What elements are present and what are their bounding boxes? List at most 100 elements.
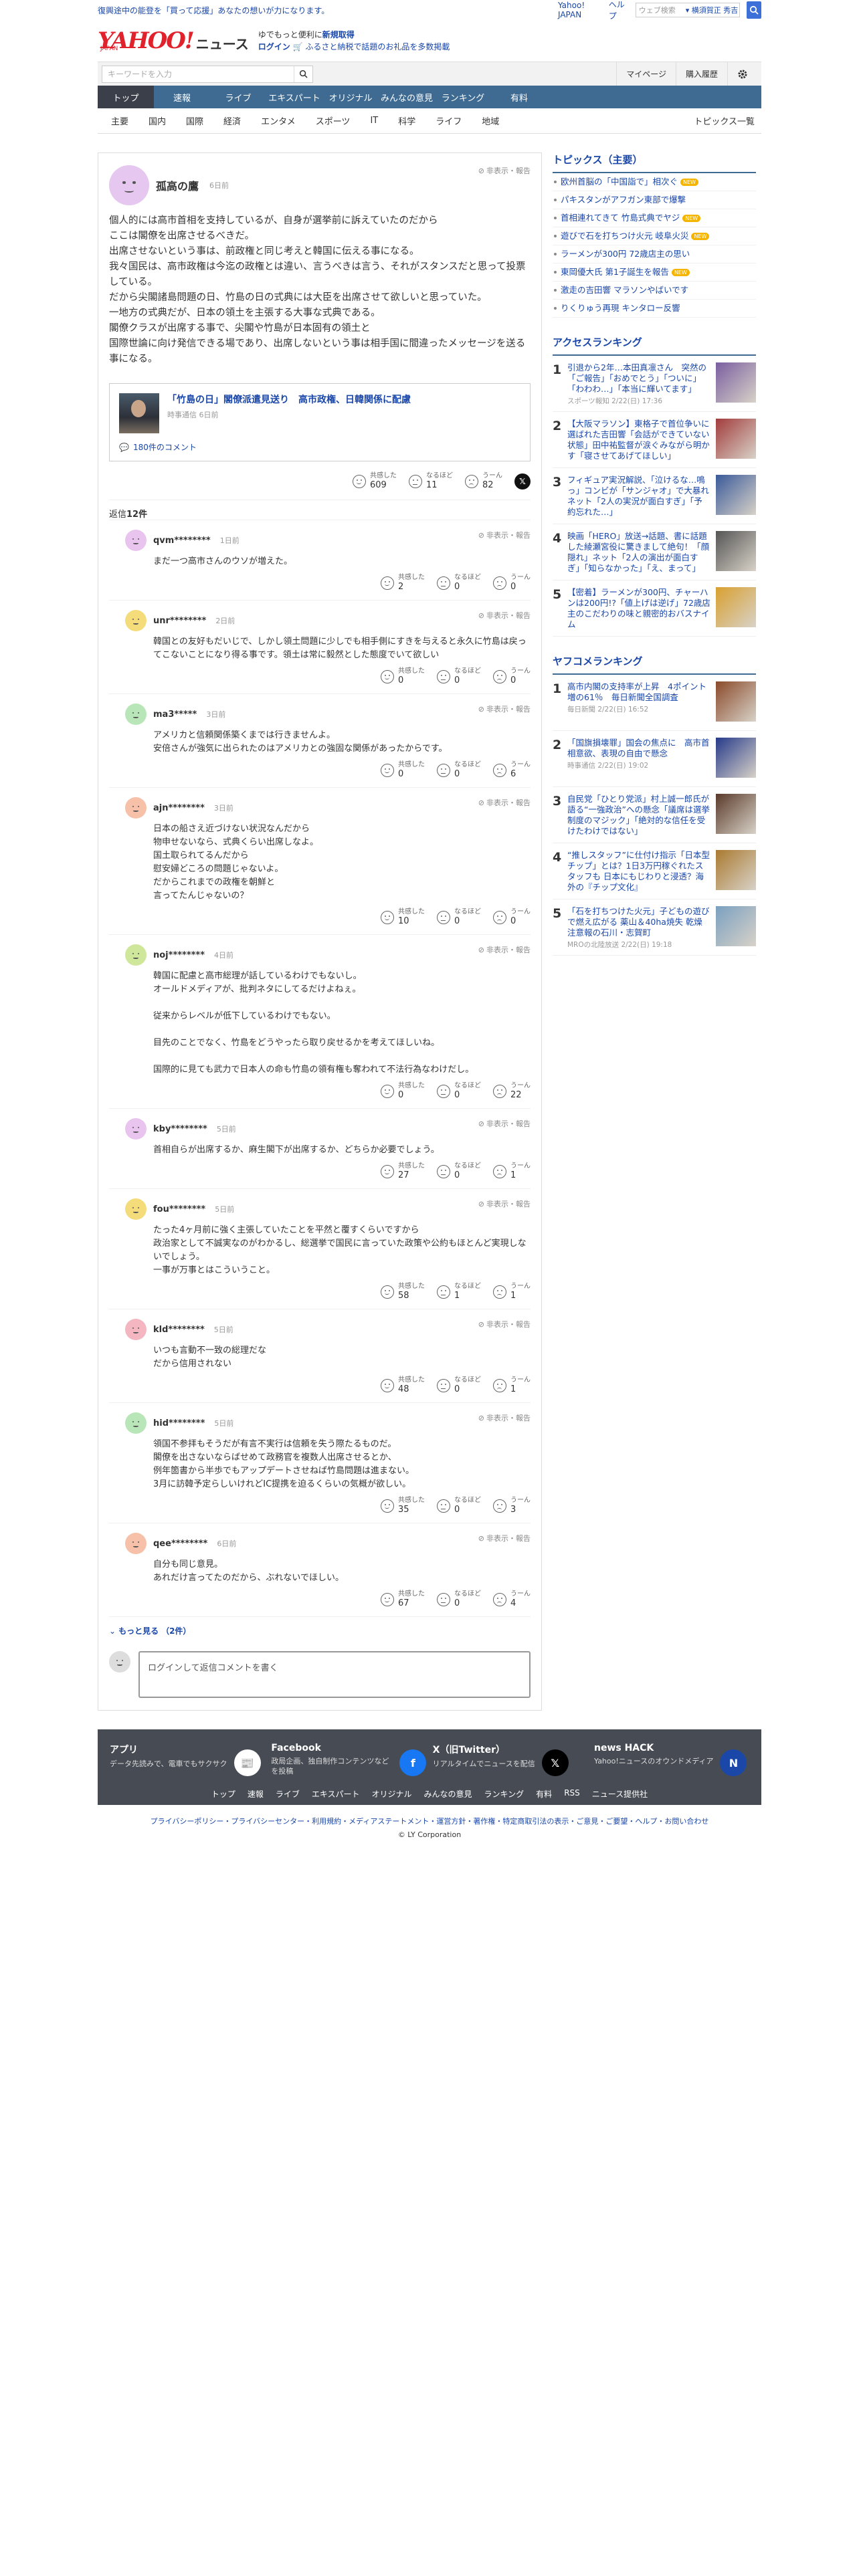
- purchase-history-link[interactable]: 購入履歴: [675, 62, 727, 86]
- article-card[interactable]: 「竹島の日」閣僚派遣見送り 高市政権、日韓関係に配慮 時事通信 6日前 💬 180…: [109, 383, 531, 461]
- agree-button[interactable]: 共感した 48: [381, 1376, 425, 1394]
- footer-policy-links[interactable]: プライバシーポリシー・プライバシーセンター・利用規約・メディアステートメント・運…: [98, 1816, 761, 1826]
- hide-report-button[interactable]: ⊘ 非表示・報告: [478, 1533, 531, 1543]
- ranking-title[interactable]: 自民党「ひとり党派」村上誠一郎氏が語る“一強政治”への懸念「議席は選挙制度のマジ…: [567, 794, 710, 836]
- naruhodo-button[interactable]: なるほど 0: [437, 1162, 481, 1180]
- agree-button[interactable]: 共感した 2: [381, 574, 425, 592]
- agree-button[interactable]: 共感した 27: [381, 1162, 425, 1180]
- nav-tab[interactable]: みんなの意見: [379, 86, 435, 108]
- topic-item[interactable]: 激走の吉田響 マラソンやばいです: [553, 282, 756, 300]
- keyword-search-input[interactable]: キーワードを入力: [102, 65, 313, 83]
- nav-tab[interactable]: ライブ: [210, 86, 266, 108]
- footer-app-1[interactable]: Facebook 政局企画、独自制作コンテンツなどを投稿 f: [271, 1743, 427, 1776]
- ranking-item[interactable]: 5 「石を打ちつけた火元」子どもの遊びで燃え広がる 薬山＆40ha焼失 乾燥注意報…: [553, 899, 756, 956]
- ranking-item[interactable]: 1 高市内閣の支持率が上昇 4ポイント増の61％ 毎日新聞全国調査 毎日新聞 2/2…: [553, 675, 756, 731]
- agree-button[interactable]: 共感した 10: [381, 908, 425, 926]
- web-search-input[interactable]: ウェブ検索 ▾ 横須賀正 秀吉: [635, 3, 741, 17]
- topic-item[interactable]: 首相連れてきて 竹島式典でヤジ NEW: [553, 209, 756, 227]
- hmm-button[interactable]: うーん 4: [493, 1590, 531, 1608]
- naruhodo-button[interactable]: なるほど 0: [437, 1590, 481, 1608]
- footer-link[interactable]: 有料: [536, 1788, 552, 1800]
- search-suggestion-chip[interactable]: ▾ 横須賀正 秀吉: [686, 5, 740, 15]
- agree-button[interactable]: 共感した 0: [381, 761, 425, 779]
- mypage-link[interactable]: マイページ: [616, 62, 676, 86]
- naruhodo-button[interactable]: なるほど 0: [437, 1082, 481, 1100]
- hide-report-button[interactable]: ⊘ 非表示・報告: [478, 704, 531, 714]
- subnav-item[interactable]: スポーツ: [306, 114, 361, 127]
- footer-link[interactable]: 速報: [248, 1788, 264, 1800]
- subnav-item[interactable]: 経済: [213, 114, 251, 127]
- hmm-button[interactable]: うーん 82: [465, 472, 502, 490]
- agree-button[interactable]: 共感した 0: [381, 667, 425, 685]
- yahoo-news-logo[interactable]: YAHOO! JAPAN ニュース: [98, 29, 249, 52]
- footer-link[interactable]: ニュース提供社: [592, 1788, 648, 1800]
- naruhodo-button[interactable]: なるほど 0: [437, 761, 481, 779]
- agree-button[interactable]: 共感した 67: [381, 1590, 425, 1608]
- hmm-button[interactable]: うーん 6: [493, 761, 531, 779]
- footer-link[interactable]: エキスパート: [312, 1788, 360, 1800]
- keyword-search-button[interactable]: [294, 66, 312, 82]
- nav-tab[interactable]: エキスパート: [266, 86, 322, 108]
- reply-username[interactable]: kby********: [153, 1124, 207, 1134]
- topic-item[interactable]: 東岡優大氏 第1子誕生を報告 NEW: [553, 263, 756, 282]
- hmm-button[interactable]: うーん 1: [493, 1376, 531, 1394]
- ranking-title[interactable]: “推しスタッフ”に仕付け指示「日本型チップ」とは？1日3万円稼ぐれたスタッフも …: [567, 850, 710, 892]
- topic-item[interactable]: 欧州首脳の「中国詣で」相次ぐ NEW: [553, 173, 756, 191]
- hmm-button[interactable]: うーん 3: [493, 1497, 531, 1515]
- hide-report-button[interactable]: ⊘ 非表示・報告: [478, 1412, 531, 1423]
- subnav-item[interactable]: IT: [360, 116, 388, 126]
- footer-link[interactable]: オリジナル: [372, 1788, 412, 1800]
- hide-report-button[interactable]: ⊘ 非表示・報告: [478, 165, 531, 176]
- comment-username[interactable]: 孤高の鷹: [156, 177, 199, 193]
- naruhodo-button[interactable]: なるほど 1: [437, 1283, 481, 1301]
- subnav-item[interactable]: 国際: [176, 114, 213, 127]
- ranking-item[interactable]: 1 引退から2年…本田真凛さん 突然の「ご報告」「おめでとう」「ついに」「わわわ……: [553, 356, 756, 412]
- subnav-item[interactable]: ライフ: [425, 114, 472, 127]
- x-share-icon[interactable]: 𝕏: [514, 473, 531, 490]
- ranking-title[interactable]: 【密着】ラーメンが300円、チャーハンは200円!?「値上げは逆げ」72歳店主の…: [567, 587, 710, 629]
- ranking-item[interactable]: 2 【大阪マラソン】東格子で首位争いに選ばれた吉田響「会話ができていない状態」田中…: [553, 412, 756, 468]
- reply-username[interactable]: kld********: [153, 1325, 205, 1335]
- reply-username[interactable]: noj********: [153, 950, 205, 960]
- agree-button[interactable]: 共感した 58: [381, 1283, 425, 1301]
- ranking-title[interactable]: 高市内閣の支持率が上昇 4ポイント増の61％ 毎日新聞全国調査: [567, 681, 706, 702]
- naruhodo-button[interactable]: なるほど 0: [437, 667, 481, 685]
- hide-report-button[interactable]: ⊘ 非表示・報告: [478, 1118, 531, 1129]
- footer-link[interactable]: みんなの意見: [424, 1788, 472, 1800]
- ranking-title[interactable]: フィギュア実況解説、「泣けるな…鳴っ」コンビが「サンジャオ」で大暴れ ネット「2…: [567, 475, 710, 517]
- noto-promo-link[interactable]: 復興途中の能登を「買って応援」あなたの想いが力になります。: [98, 5, 329, 16]
- furusato-link[interactable]: ふるさと納税で話題のお礼品を多数掲載: [305, 42, 450, 51]
- agree-button[interactable]: 共感した 609: [353, 472, 397, 490]
- footer-link[interactable]: ランキング: [484, 1788, 524, 1800]
- nav-tab[interactable]: ランキング: [435, 86, 491, 108]
- hide-report-button[interactable]: ⊘ 非表示・報告: [478, 797, 531, 808]
- naruhodo-button[interactable]: なるほど 0: [437, 1376, 481, 1394]
- article-comments-link[interactable]: 💬 180件のコメント: [119, 441, 520, 453]
- footer-link[interactable]: トップ: [211, 1788, 235, 1800]
- naruhodo-button[interactable]: なるほど 0: [437, 1497, 481, 1515]
- nav-tab[interactable]: オリジナル: [322, 86, 379, 108]
- login-link[interactable]: ログイン: [258, 42, 290, 51]
- topic-item[interactable]: 遊びで石を打ちつけ火元 岐阜火災 NEW: [553, 227, 756, 245]
- ranking-item[interactable]: 5 【密着】ラーメンが300円、チャーハンは200円!?「値上げは逆げ」72歳店主…: [553, 580, 756, 637]
- help-link[interactable]: ヘルプ: [609, 0, 629, 21]
- reply-username[interactable]: hid********: [153, 1418, 205, 1428]
- settings-button[interactable]: [727, 62, 757, 86]
- ranking-title[interactable]: 映画「HERO」放送→話題、書に話題した綾瀬宮役に驚きまして絶句！「顔隠れ」ネッ…: [567, 531, 709, 573]
- nav-tab[interactable]: 有料: [491, 86, 547, 108]
- article-title[interactable]: 「竹島の日」閣僚派遣見送り 高市政権、日韓関係に配慮: [167, 393, 411, 407]
- ranking-title[interactable]: 「国旗損壊罪」国会の焦点に 高市首相意欲、表現の自由で懸念: [567, 738, 710, 758]
- hide-report-button[interactable]: ⊘ 非表示・報告: [478, 610, 531, 621]
- yahoo-japan-link[interactable]: Yahoo! JAPAN: [558, 1, 602, 19]
- ranking-item[interactable]: 2 「国旗損壊罪」国会の焦点に 高市首相意欲、表現の自由で懸念 時事通信 2/22(…: [553, 731, 756, 787]
- ranking-title[interactable]: 【大阪マラソン】東格子で首位争いに選ばれた吉田響「会話ができていない状態」田中祐…: [567, 419, 710, 461]
- reply-username[interactable]: ajn********: [153, 803, 205, 813]
- subnav-item[interactable]: 科学: [388, 114, 425, 127]
- hmm-button[interactable]: うーん 1: [493, 1283, 531, 1301]
- naruhodo-button[interactable]: なるほど 11: [409, 472, 453, 490]
- hide-report-button[interactable]: ⊘ 非表示・報告: [478, 530, 531, 540]
- hide-report-button[interactable]: ⊘ 非表示・報告: [478, 1319, 531, 1329]
- ranking-title[interactable]: 「石を打ちつけた火元」子どもの遊びで燃え広がる 薬山＆40ha焼失 乾燥注意報の…: [567, 906, 710, 938]
- naruhodo-button[interactable]: なるほど 0: [437, 574, 481, 592]
- footer-link[interactable]: ライブ: [276, 1788, 300, 1800]
